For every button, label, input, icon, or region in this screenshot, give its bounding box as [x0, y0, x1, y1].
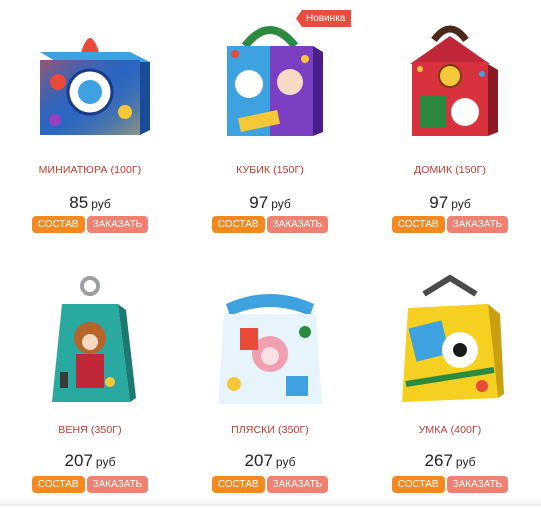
product-price: 207 руб: [180, 451, 360, 471]
product-card-plyaski: ПЛЯСКИ (350Г) 207 руб СОСТАВ ЗАКАЗАТЬ: [180, 258, 360, 508]
price-value: 97: [249, 193, 269, 212]
bottom-divider: [0, 498, 541, 506]
product-title[interactable]: КУБИК (150Г): [180, 164, 360, 176]
price-value: 85: [69, 193, 89, 212]
product-card-miniatura: МИНИАТЮРА (100Г) 85 руб СОСТАВ ЗАКАЗАТЬ: [0, 0, 180, 250]
product-title[interactable]: УМКА (400Г): [360, 424, 540, 436]
product-price: 267 руб: [360, 451, 540, 471]
order-button[interactable]: ЗАКАЗАТЬ: [86, 216, 149, 233]
new-badge: Новинка: [296, 10, 352, 27]
product-title[interactable]: ДОМИК (150Г): [360, 164, 540, 176]
sostav-button[interactable]: СОСТАВ: [211, 476, 265, 493]
product-price: 207 руб: [0, 451, 180, 471]
gift-box-domik-image[interactable]: [390, 14, 510, 142]
gift-box-umka-image[interactable]: [390, 274, 510, 408]
price-value: 97: [429, 193, 449, 212]
price-currency: руб: [91, 197, 111, 211]
product-card-kubik: КУБИК (150Г) 97 руб СОСТАВ ЗАКАЗАТЬ: [180, 0, 360, 250]
product-title[interactable]: ПЛЯСКИ (350Г): [180, 424, 360, 436]
price-currency: руб: [271, 197, 291, 211]
product-price: 97 руб: [360, 193, 540, 213]
product-grid: МИНИАТЮРА (100Г) 85 руб СОСТАВ ЗАКАЗАТЬ КУ…: [0, 0, 541, 506]
sostav-button[interactable]: СОСТАВ: [211, 216, 265, 233]
order-button[interactable]: ЗАКАЗАТЬ: [446, 476, 509, 493]
product-price: 85 руб: [0, 193, 180, 213]
product-title[interactable]: МИНИАТЮРА (100Г): [0, 164, 180, 176]
gift-box-plyaski-image[interactable]: [210, 284, 330, 408]
product-actions: СОСТАВ ЗАКАЗАТЬ: [360, 216, 540, 234]
product-card-umka: УМКА (400Г) 267 руб СОСТАВ ЗАКАЗАТЬ: [360, 258, 540, 508]
gift-box-miniatura-image[interactable]: [10, 12, 170, 142]
product-card-venya: ВЕНЯ (350Г) 207 руб СОСТАВ ЗАКАЗАТЬ: [0, 258, 180, 508]
product-actions: СОСТАВ ЗАКАЗАТЬ: [0, 476, 180, 494]
order-button[interactable]: ЗАКАЗАТЬ: [86, 476, 149, 493]
gift-box-kubik-image[interactable]: [205, 14, 335, 142]
price-value: 267: [424, 451, 453, 470]
price-currency: руб: [95, 455, 116, 469]
sostav-button[interactable]: СОСТАВ: [31, 216, 85, 233]
gift-box-venya-image[interactable]: [40, 276, 140, 408]
product-actions: СОСТАВ ЗАКАЗАТЬ: [180, 216, 360, 234]
order-button[interactable]: ЗАКАЗАТЬ: [266, 216, 329, 233]
price-value: 207: [64, 451, 93, 470]
price-value: 207: [244, 451, 273, 470]
sostav-button[interactable]: СОСТАВ: [31, 476, 85, 493]
product-card-domik: ДОМИК (150Г) 97 руб СОСТАВ ЗАКАЗАТЬ: [360, 0, 540, 250]
order-button[interactable]: ЗАКАЗАТЬ: [446, 216, 509, 233]
sostav-button[interactable]: СОСТАВ: [391, 476, 445, 493]
price-currency: руб: [455, 455, 476, 469]
price-currency: руб: [451, 197, 471, 211]
product-title[interactable]: ВЕНЯ (350Г): [0, 424, 180, 436]
product-actions: СОСТАВ ЗАКАЗАТЬ: [180, 476, 360, 494]
product-actions: СОСТАВ ЗАКАЗАТЬ: [360, 476, 540, 494]
price-currency: руб: [275, 455, 296, 469]
product-price: 97 руб: [180, 193, 360, 213]
order-button[interactable]: ЗАКАЗАТЬ: [266, 476, 329, 493]
sostav-button[interactable]: СОСТАВ: [391, 216, 445, 233]
product-actions: СОСТАВ ЗАКАЗАТЬ: [0, 216, 180, 234]
